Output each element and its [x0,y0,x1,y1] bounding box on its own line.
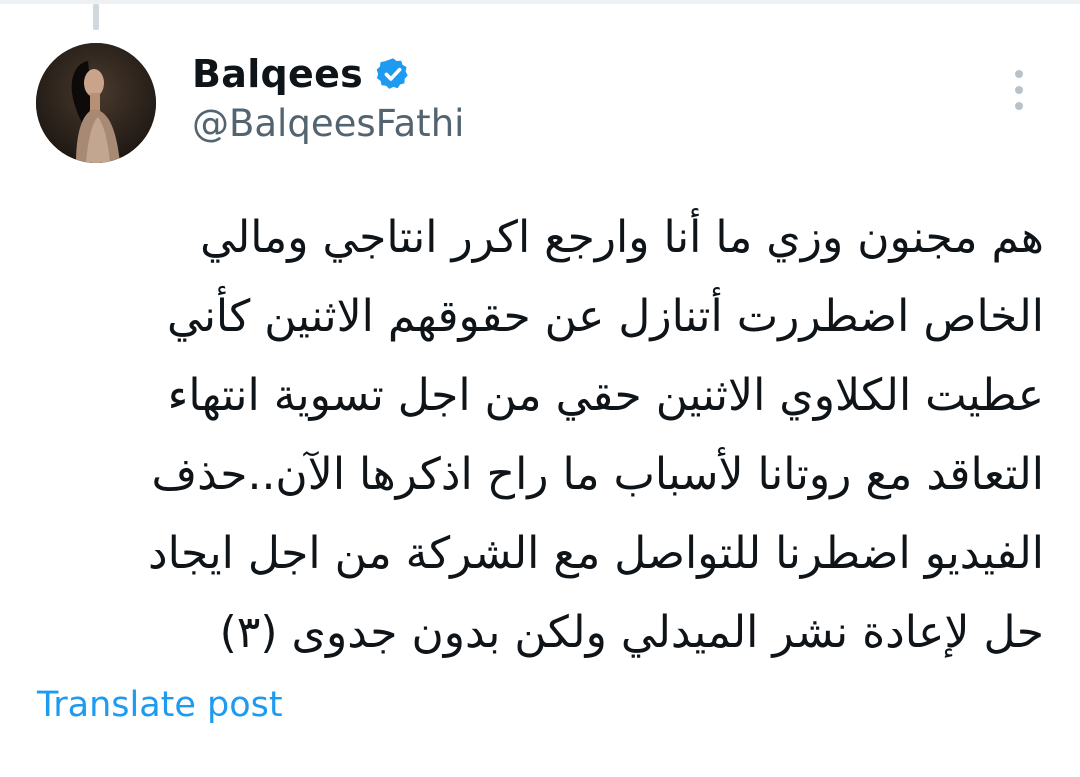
translate-post-link[interactable]: Translate post [37,685,283,725]
author-name-row: Balqees [192,46,411,102]
post-text-line: التعاقد مع روتانا لأسباب ما راح اذكرها ا… [151,449,1044,500]
post-text-line: عطيت الكلاوي الاثنين حقي من اجل تسوية ان… [167,370,1044,421]
verified-badge-icon[interactable] [375,56,411,92]
post-text-line: هم مجنون وزي ما أنا وارجع اكرر انتاجي وم… [200,212,1044,263]
post-text-line: الفيديو اضطرنا للتواصل مع الشركة من اجل … [147,528,1044,579]
profile-avatar-image [36,43,156,163]
more-dot [1015,70,1023,78]
thread-connector-line [93,4,99,30]
top-divider [0,0,1080,4]
avatar[interactable] [36,43,156,163]
tweet-card: Balqees @BalqeesFathi هم مجنون وزي ما أن… [0,0,1080,777]
post-text: هم مجنون وزي ما أنا وارجع اكرر انتاجي وم… [114,198,1044,672]
author-handle[interactable]: @BalqeesFathi [192,102,464,145]
post-text-line: الخاص اضطررت أتنازل عن حقوقهم الاثنين كأ… [167,291,1044,342]
post-text-line: حل لإعادة نشر الميدلي ولكن بدون جدوى (٣) [219,607,1044,658]
author-display-name[interactable]: Balqees [192,52,363,96]
more-dot [1015,102,1023,110]
more-vertical-icon[interactable] [1004,70,1034,110]
more-dot [1015,86,1023,94]
